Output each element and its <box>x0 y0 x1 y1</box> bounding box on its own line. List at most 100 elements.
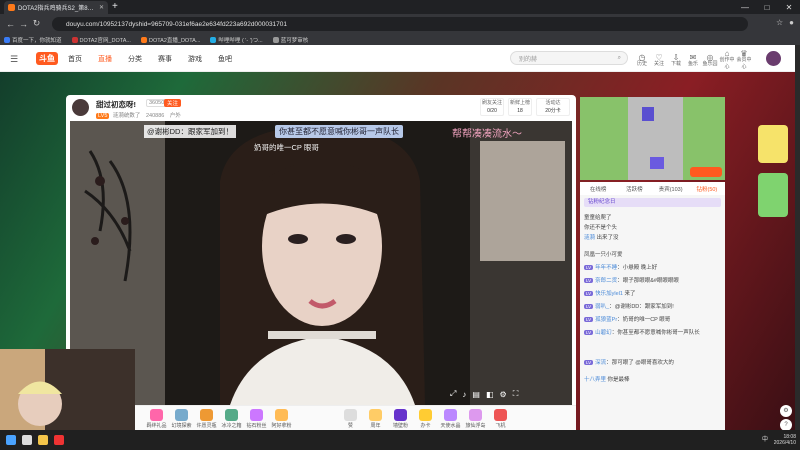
chat-row: 涟漪 出来了没 <box>584 235 619 241</box>
chat-panel: 在线榜 活跃榜 贵宾(103) 钻粉(50) 钻粉纪念日 童童给爬了 你还不是个… <box>580 182 725 430</box>
caption-right: 帮帮凑凑流水～ <box>452 129 522 140</box>
follow-icon[interactable]: ♡ 关注 <box>651 53 667 68</box>
tab-diamond[interactable]: 钻粉(50) <box>689 185 725 193</box>
gift-item[interactable]: 钻石粉丝 <box>244 408 269 429</box>
history-icon[interactable]: ◷ 历史 <box>634 53 650 68</box>
minimize-icon[interactable]: — <box>734 3 756 12</box>
search-taskbar-icon[interactable] <box>22 435 32 445</box>
start-icon[interactable] <box>6 435 16 445</box>
nav-yuba[interactable]: 鱼吧 <box>218 54 232 64</box>
language-indicator[interactable]: 中 <box>762 437 768 443</box>
caption-sub: 奶哥的唯一CP 眼哥 <box>254 143 319 152</box>
site-header: ☰ 斗鱼 首页 直播 分类 赛事 游戏 鱼吧 别的赫 ⌕ ◷ 历史 ♡ 关注 ⇩ 下载… <box>0 45 795 72</box>
fans-count: 240886 <box>145 113 165 119</box>
download-icon[interactable]: ⇩ 下载 <box>668 53 684 68</box>
chat-row: LV 奈郎二货：眼子那眼眼&#眼眼眼眼 <box>584 278 679 284</box>
browser-tab[interactable]: DOTA2指兵鸡骑兵S2_第8… ✕ <box>4 1 108 14</box>
bookmark-item[interactable]: 蓝可梦审核 <box>272 36 308 44</box>
danmaku-icon[interactable]: ▤ <box>472 390 480 399</box>
event-banner[interactable] <box>758 125 792 255</box>
fullscreen-icon[interactable]: ⛶ <box>513 389 519 399</box>
chat-row: LV 深流：那可眼了 @眼哥喜欢大的 <box>584 360 674 366</box>
chat-row: LV 年年不睡：小悬殿 晚上好 <box>584 265 658 271</box>
fun-icon[interactable]: ✉ 鱼乐 <box>685 53 701 68</box>
bookmark-item[interactable]: DOTA2直播_DOTA... <box>140 36 200 44</box>
url-field[interactable]: douyu.com/10952137dyshid=965709-031ef6ae… <box>52 17 748 31</box>
address-toolbar: ← → ↻ douyu.com/10952137dyshid=965709-03… <box>0 14 800 34</box>
user-avatar[interactable] <box>766 51 781 66</box>
taskbar: 中 18:08 2026/4/10 <box>0 430 800 450</box>
gift-item[interactable]: 墙壁粉 <box>388 408 413 429</box>
pip-icon[interactable]: ◧ <box>486 390 494 399</box>
gift-item[interactable]: 办卡 <box>413 408 438 429</box>
app-icon[interactable] <box>54 435 64 445</box>
host-avatar[interactable] <box>72 99 89 116</box>
page-scrollbar[interactable] <box>795 45 800 430</box>
member-icon[interactable]: ♛ 会员中心 <box>736 50 752 71</box>
fullscreen-web-icon[interactable]: ⤢ <box>450 389 456 399</box>
bookmark-item[interactable]: 哔哩哔哩 ( '- ')つ... <box>210 36 263 44</box>
video-stream[interactable]: @谢彬DD：跟家军加到！ 你甚至都不愿意喊你彬哥一声队长 帮帮凑凑流水～ 奶哥的… <box>70 121 572 405</box>
settings-side-icon[interactable]: ⚙ <box>780 405 792 417</box>
tab-active[interactable]: 活跃榜 <box>616 185 652 193</box>
nav-games[interactable]: 游戏 <box>188 54 202 64</box>
gift-item[interactable]: 飞机 <box>488 408 513 429</box>
bookmark-item[interactable]: DOTA2官网_DOTA... <box>71 36 131 44</box>
chat-row: 童童给爬了 <box>584 215 612 221</box>
chat-row: LV 快乐加ylel1 来了 <box>584 291 636 297</box>
player-panel: 甜过初恋呀! 36050 关注 LV5 涟漪统数了 240886 户外 刷友关注… <box>66 95 576 430</box>
webcam-frame <box>0 349 135 430</box>
gift-item[interactable]: 许愿灵瓶 <box>194 408 219 429</box>
gift-item[interactable]: 旅仙浮岛 <box>463 408 488 429</box>
tab-online[interactable]: 在线榜 <box>580 185 616 193</box>
stat-box[interactable]: 刷友关注 0/20 <box>480 98 504 116</box>
help-side-icon[interactable]: ? <box>780 419 792 430</box>
browser-tabbar: DOTA2指兵鸡骑兵S2_第8… ✕ + — □ ✕ <box>0 0 800 14</box>
follow-button[interactable]: 关注 <box>164 99 182 107</box>
profile-icon[interactable]: ● <box>789 18 794 27</box>
chat-row: LV 山碧幻：你甚至都不愿意喊你彬哥一声队长 <box>584 330 700 336</box>
window-close-icon[interactable]: ✕ <box>778 3 800 12</box>
gift-item[interactable]: 羁绊礼品 <box>144 408 169 429</box>
nav-category[interactable]: 分类 <box>128 54 142 64</box>
volume-icon[interactable]: ♪ <box>462 390 466 399</box>
gift-item[interactable]: 阿好拿粉 <box>269 408 294 429</box>
nav-events[interactable]: 赛事 <box>158 54 172 64</box>
search-input[interactable]: 别的赫 ⌕ <box>510 51 628 65</box>
search-icon[interactable]: ⌕ <box>618 55 621 62</box>
chat-row: 凤凰一只小可爱 <box>584 252 623 258</box>
gift-item[interactable]: 天使水晶 <box>438 408 463 429</box>
explorer-icon[interactable] <box>38 435 48 445</box>
caption-mid: 你甚至都不愿意喊你彬哥一声队长 <box>275 125 403 138</box>
park-icon[interactable]: ◎ 鱼乐园 <box>702 53 718 68</box>
maximize-icon[interactable]: □ <box>756 3 778 12</box>
douyu-logo[interactable]: 斗鱼 <box>36 52 58 65</box>
stat-box[interactable]: 活动达 20分卡 <box>536 98 570 116</box>
nav-home[interactable]: 首页 <box>68 54 82 64</box>
system-tray: 中 18:08 2026/4/10 <box>762 434 796 446</box>
gift-item[interactable]: 周年 <box>363 408 388 429</box>
host-subline: LV5 涟漪统数了 240886 户外 <box>96 111 181 119</box>
creator-icon[interactable]: ⌂ 创作中心 <box>719 50 735 71</box>
clock-date[interactable]: 2026/4/10 <box>774 440 796 446</box>
tab-vip[interactable]: 贵宾(103) <box>653 185 689 193</box>
reload-icon[interactable]: ↻ <box>30 18 43 29</box>
gift-item[interactable]: 冰冷之箱 <box>219 408 244 429</box>
video-controls: ⤢ ♪ ▤ ◧ ⚙ ⛶ <box>450 389 524 399</box>
back-icon[interactable]: ← <box>4 19 17 29</box>
forward-icon[interactable]: → <box>17 19 30 29</box>
caption-left: @谢彬DD：跟家军加到！ <box>144 125 236 138</box>
promo-video[interactable] <box>580 97 725 180</box>
new-tab-icon[interactable]: + <box>112 2 118 12</box>
stat-box[interactable]: 新鲜上榜 18 <box>508 98 532 116</box>
bookmark-item[interactable]: 百度一下，你就知道 <box>4 36 62 44</box>
menu-icon[interactable]: ☰ <box>10 54 18 65</box>
gift-item[interactable]: 赞 <box>338 408 363 429</box>
nav-live[interactable]: 直播 <box>98 54 112 64</box>
gift-item[interactable]: 幻境探索 <box>169 408 194 429</box>
tab-close-icon[interactable]: ✕ <box>99 4 104 11</box>
settings-icon[interactable]: ⚙ <box>500 390 507 399</box>
webcam-overlay <box>0 349 135 430</box>
pin-banner[interactable]: 钻粉纪念日 <box>584 198 721 207</box>
bookmark-star-icon[interactable]: ☆ <box>776 18 783 27</box>
